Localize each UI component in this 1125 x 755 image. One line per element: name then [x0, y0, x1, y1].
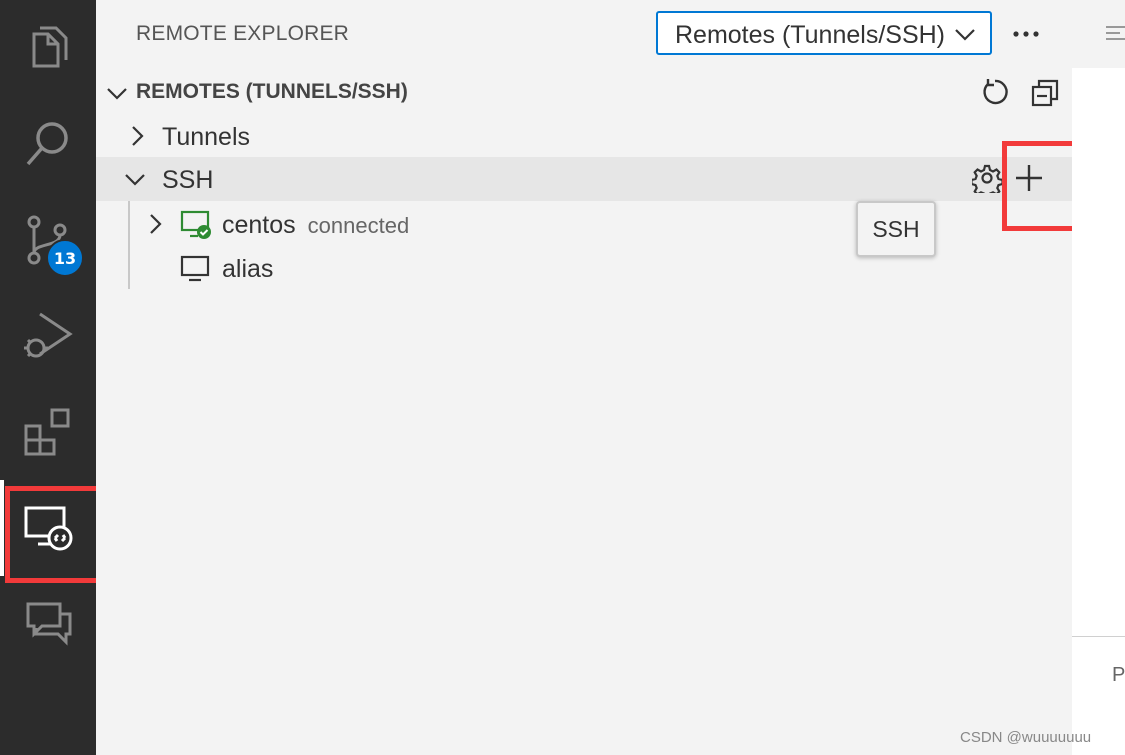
section-title: REMOTES (TUNNELS/SSH) — [136, 80, 408, 103]
refresh-icon[interactable] — [980, 78, 1010, 108]
source-control-badge: 13 — [46, 239, 84, 277]
activity-source-control[interactable] — [0, 192, 96, 288]
host-label: alias — [222, 255, 274, 283]
chevron-right-icon — [150, 214, 162, 234]
remote-explorer-sidebar: REMOTE EXPLORER Remotes (Tunnels/SSH) RE… — [96, 0, 1072, 755]
host-status: connected — [307, 213, 410, 238]
watermark: CSDN @wuuuuuuu — [960, 729, 1092, 746]
host-label: centos — [222, 211, 296, 239]
panel-divider — [1072, 636, 1125, 637]
tree-item-label: Tunnels — [162, 123, 251, 151]
explorer-icon — [32, 26, 68, 68]
tree-item-tunnels[interactable]: Tunnels — [96, 114, 1072, 158]
activity-extensions[interactable] — [0, 384, 96, 480]
search-icon — [26, 122, 68, 166]
panel-title: REMOTE EXPLORER — [136, 22, 350, 45]
lines-icon — [1106, 26, 1125, 40]
gear-icon[interactable] — [972, 163, 1002, 193]
more-actions-icon[interactable] — [1008, 20, 1044, 48]
chat-icon — [26, 602, 72, 646]
chevron-down-icon — [107, 88, 127, 100]
chevron-down-icon — [955, 29, 975, 41]
collapse-all-icon[interactable] — [1030, 78, 1060, 108]
activity-search[interactable] — [0, 96, 96, 192]
chevron-right-icon — [132, 126, 144, 146]
tree-item-ssh[interactable]: SSH — [96, 157, 1072, 201]
activity-chat[interactable] — [0, 576, 96, 672]
activity-explorer[interactable] — [0, 0, 96, 96]
activity-run-debug[interactable] — [0, 288, 96, 384]
extensions-icon — [24, 408, 70, 456]
tooltip: SSH — [856, 201, 936, 257]
remotes-dropdown[interactable]: Remotes (Tunnels/SSH) — [656, 11, 992, 55]
monitor-icon — [180, 255, 210, 282]
chevron-down-icon — [125, 174, 145, 186]
tree-item-label: SSH — [162, 166, 214, 194]
connected-monitor-icon — [180, 210, 211, 239]
remotes-section-header[interactable]: REMOTES (TUNNELS/SSH) — [96, 72, 1072, 112]
panel-partial-label: P — [1112, 664, 1125, 686]
editor-area: P — [1072, 0, 1125, 755]
editor-tab-bar — [1072, 0, 1125, 68]
activity-bar: 13 — [0, 0, 96, 755]
highlight-box-add — [1002, 141, 1077, 231]
dropdown-value: Remotes (Tunnels/SSH) — [675, 21, 945, 49]
run-debug-icon — [24, 312, 73, 358]
